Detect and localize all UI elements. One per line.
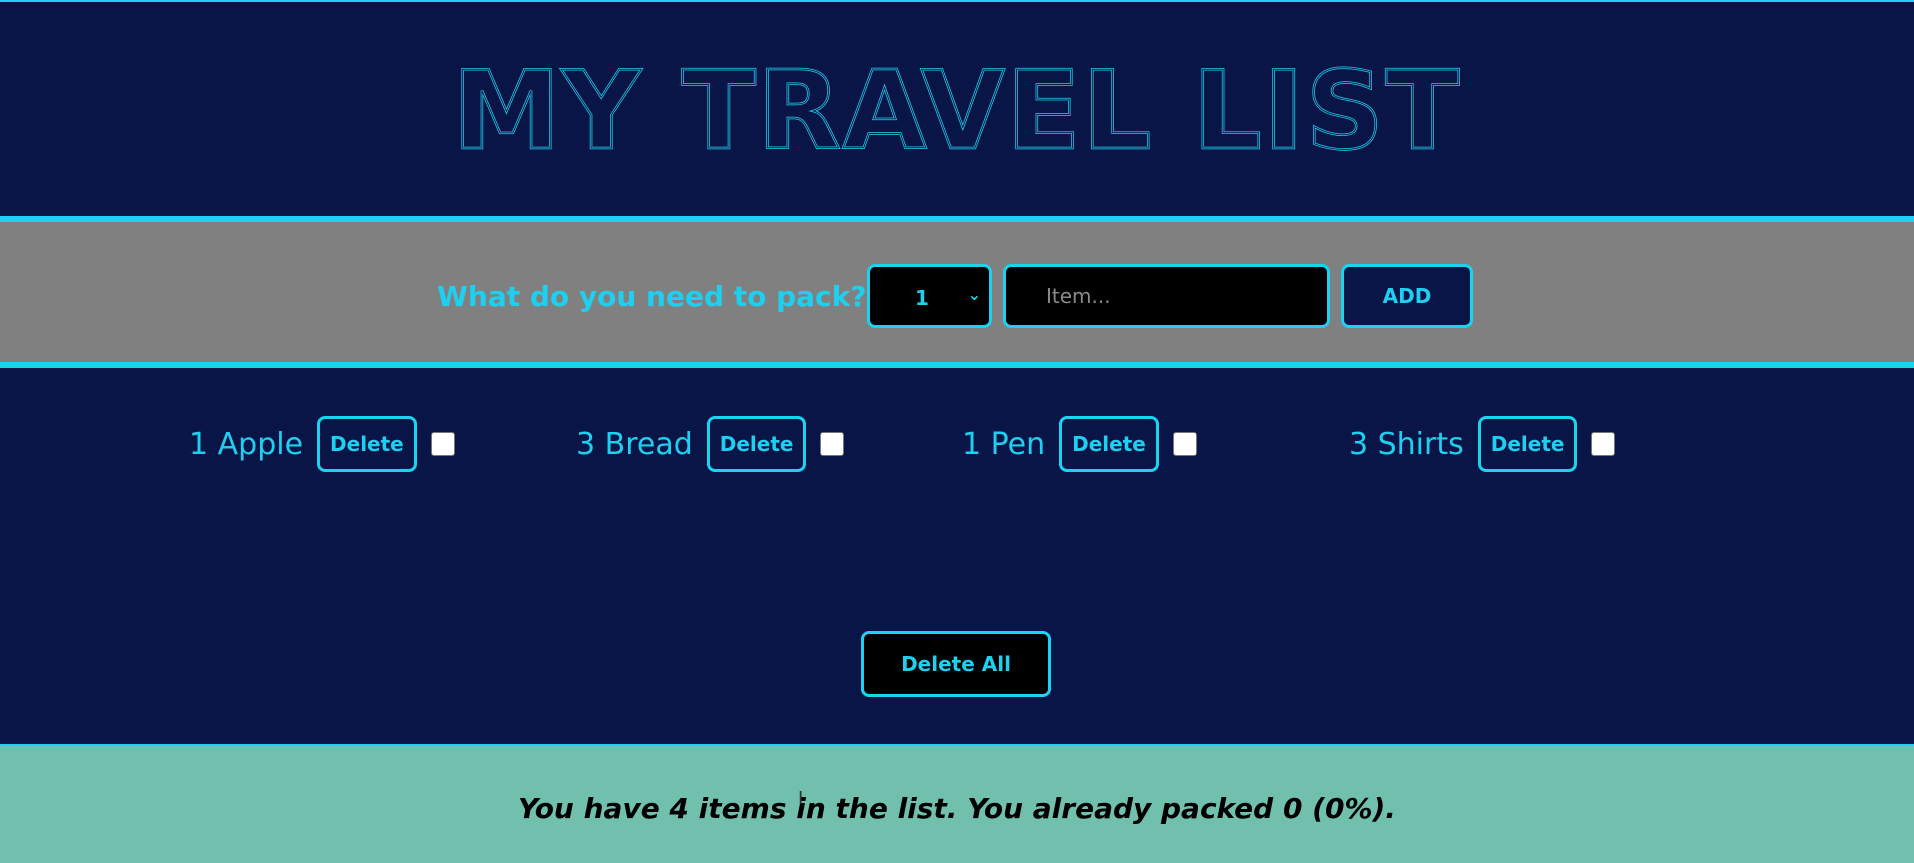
chevron-down-icon: ⌄ [967, 285, 981, 304]
add-button[interactable]: ADD [1341, 264, 1473, 328]
item-label: 1 Pen [962, 426, 1046, 462]
packed-checkbox[interactable] [820, 432, 845, 456]
delete-item-button[interactable]: Delete [317, 416, 417, 472]
packing-stats: You have 4 items in the list. You alread… [518, 792, 1396, 825]
list-item: 1 Apple Delete [189, 416, 455, 472]
form-prompt: What do you need to pack? [437, 280, 867, 313]
page-title-inner-line: MY TRAVEL LIST [453, 49, 1462, 174]
quantity-select[interactable]: 1 ⌄ [867, 264, 992, 328]
quantity-select-value: 1 [915, 286, 929, 310]
list-item: 3 Shirts Delete [1349, 416, 1616, 472]
delete-item-button[interactable]: Delete [1059, 416, 1159, 472]
add-item-form: What do you need to pack? 1 ⌄ ADD [0, 216, 1914, 368]
packed-checkbox[interactable] [1591, 432, 1616, 456]
item-label: 1 Apple [189, 426, 304, 462]
packing-list: 1 Apple Delete 3 Bread Delete 1 Pen Dele… [0, 368, 1914, 744]
delete-item-button[interactable]: Delete [1477, 416, 1578, 472]
delete-all-button[interactable]: Delete All [861, 631, 1051, 697]
delete-item-button[interactable]: Delete [706, 416, 807, 472]
page-title: MY TRAVEL LIST MY TRAVEL LIST [451, 48, 1462, 176]
stats-footer: You have 4 items in the list. You alread… [0, 744, 1914, 863]
packed-checkbox[interactable] [430, 432, 455, 456]
text-cursor-icon: I [798, 788, 804, 809]
item-label: 3 Shirts [1349, 426, 1464, 462]
item-input[interactable] [1003, 264, 1330, 328]
list-item: 3 Bread Delete [576, 416, 845, 472]
item-label: 3 Bread [576, 426, 693, 462]
list-item: 1 Pen Delete [962, 416, 1197, 472]
app-header: MY TRAVEL LIST MY TRAVEL LIST [0, 0, 1914, 216]
packed-checkbox[interactable] [1172, 432, 1197, 456]
